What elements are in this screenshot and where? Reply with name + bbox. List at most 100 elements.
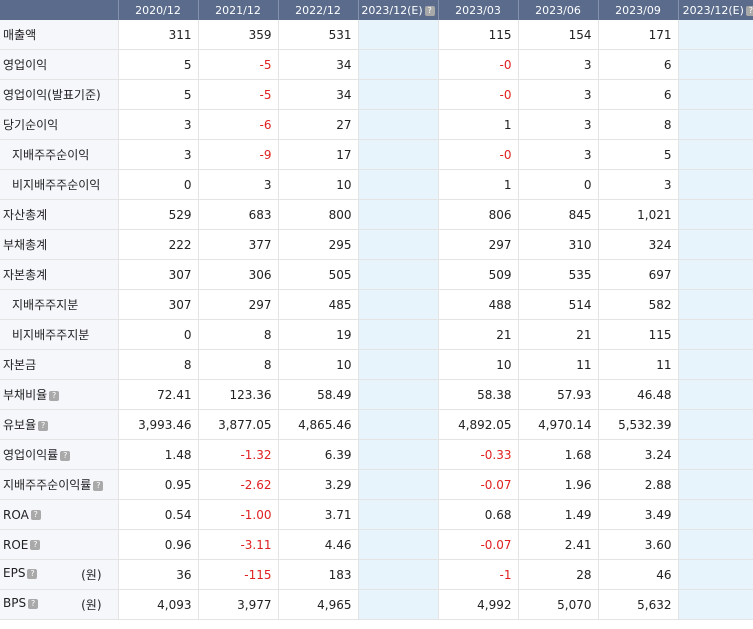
- help-icon[interactable]: ?: [424, 5, 435, 16]
- unit-label: (원): [81, 568, 102, 582]
- row-label-cell: EPS? (원): [0, 559, 118, 590]
- value-cell: 4,892.05: [437, 409, 518, 440]
- row-label: 유보율: [3, 418, 37, 432]
- value-cell: 3,993.46: [117, 409, 198, 440]
- value-cell: 36: [117, 559, 198, 590]
- value-cell: 306: [197, 259, 278, 290]
- financial-summary-table: 2020/12 2021/12 2022/12 2023/12(E)? 2023/03 2…: [0, 0, 753, 620]
- value-cell: 1.48: [117, 439, 198, 470]
- value-cell: [357, 439, 438, 470]
- value-cell: [357, 169, 438, 200]
- table-row: 자본금 8 8 10 10 11 11: [0, 349, 753, 380]
- help-icon[interactable]: ?: [745, 5, 753, 16]
- value-cell: -1.32: [197, 439, 278, 470]
- help-icon[interactable]: ?: [28, 598, 39, 609]
- value-cell: 19: [277, 319, 358, 350]
- table-row: 지배주주지분 307 297 485 488 514 582: [0, 289, 753, 320]
- value-cell: 2.88: [597, 469, 678, 500]
- column-header-0: 2020/12: [117, 0, 198, 20]
- value-cell: 11: [517, 349, 598, 380]
- value-cell: [677, 439, 753, 470]
- value-cell: -0.07: [437, 469, 518, 500]
- value-cell: 1,021: [597, 199, 678, 230]
- value-cell: -5: [197, 49, 278, 80]
- row-label-cell: 당기순이익: [0, 109, 118, 140]
- value-cell: -9: [197, 139, 278, 170]
- value-cell: [677, 349, 753, 380]
- value-cell: 8: [597, 109, 678, 140]
- row-label-cell: ROA?: [0, 499, 118, 530]
- value-cell: 307: [117, 289, 198, 320]
- table-row: 매출액 311 359 531 115 154 171: [0, 20, 753, 50]
- value-cell: 3: [117, 139, 198, 170]
- value-cell: [677, 529, 753, 560]
- row-label: 자본총계: [3, 268, 48, 282]
- value-cell: 8: [197, 319, 278, 350]
- column-header-2: 2022/12: [277, 0, 358, 20]
- value-cell: 6: [597, 49, 678, 80]
- table-row: 지배주주순이익 3 -9 17 -0 3 5: [0, 139, 753, 170]
- table-row: 부채총계 222 377 295 297 310 324: [0, 229, 753, 260]
- value-cell: [357, 79, 438, 110]
- value-cell: [677, 49, 753, 80]
- row-label-cell: 영업이익(발표기준): [0, 79, 118, 110]
- help-icon[interactable]: ?: [60, 450, 71, 461]
- value-cell: [357, 139, 438, 170]
- value-cell: [357, 229, 438, 260]
- value-cell: 505: [277, 259, 358, 290]
- row-label-cell: 지배주주순이익: [0, 139, 118, 170]
- help-icon[interactable]: ?: [30, 540, 41, 550]
- value-cell: 3.71: [277, 499, 358, 530]
- column-header-label: 2022/12: [295, 3, 341, 17]
- help-icon[interactable]: ?: [30, 510, 41, 520]
- value-cell: [357, 409, 438, 440]
- value-cell: 3.29: [277, 469, 358, 500]
- row-label-cell: 비지배주주지분: [0, 319, 118, 350]
- value-cell: 0.95: [117, 469, 198, 500]
- table-row: 부채비율? 72.41 123.36 58.49 58.38 57.93 46.48: [0, 379, 753, 410]
- value-cell: 324: [597, 229, 678, 260]
- table-row: EPS? (원) 36 -115 183 -1 28 46: [0, 559, 753, 590]
- value-cell: 3.24: [597, 439, 678, 470]
- table-row: 자산총계 529 683 800 806 845 1,021: [0, 199, 753, 230]
- value-cell: -0: [437, 49, 518, 80]
- value-cell: 1.96: [517, 469, 598, 500]
- value-cell: [357, 589, 438, 620]
- value-cell: 5: [117, 49, 198, 80]
- value-cell: 123.36: [197, 379, 278, 410]
- table-row: BPS? (원) 4,093 3,977 4,965 4,992 5,070 5,632: [0, 589, 753, 620]
- help-icon[interactable]: ?: [27, 568, 38, 579]
- value-cell: [357, 379, 438, 410]
- row-label-cell: 유보율?: [0, 409, 118, 440]
- help-icon[interactable]: ?: [93, 480, 104, 491]
- row-label: 영업이익(발표기준): [3, 88, 101, 102]
- value-cell: 3: [517, 109, 598, 140]
- row-label-cell: BPS? (원): [0, 589, 118, 620]
- value-cell: -0: [437, 79, 518, 110]
- value-cell: 310: [517, 229, 598, 260]
- row-label: ROE: [3, 537, 29, 552]
- value-cell: -0: [437, 139, 518, 170]
- column-header-6: 2023/09: [597, 0, 678, 20]
- value-cell: [677, 469, 753, 500]
- row-label: 영업이익: [3, 58, 48, 72]
- value-cell: 295: [277, 229, 358, 260]
- column-header-label: 2023/06: [535, 3, 581, 17]
- value-cell: [677, 199, 753, 230]
- column-header-label: 2023/12(E): [361, 3, 423, 17]
- value-cell: 3,977: [197, 589, 278, 620]
- value-cell: -1: [437, 559, 518, 590]
- column-header-4: 2023/03: [437, 0, 518, 20]
- value-cell: 11: [597, 349, 678, 380]
- value-cell: 0: [517, 169, 598, 200]
- value-cell: [357, 499, 438, 530]
- help-icon[interactable]: ?: [49, 390, 60, 401]
- value-cell: 514: [517, 289, 598, 320]
- help-icon[interactable]: ?: [38, 420, 49, 431]
- value-cell: 531: [277, 20, 358, 50]
- value-cell: 3: [117, 109, 198, 140]
- value-cell: 58.49: [277, 379, 358, 410]
- value-cell: 3.49: [597, 499, 678, 530]
- value-cell: 0.68: [437, 499, 518, 530]
- value-cell: -6: [197, 109, 278, 140]
